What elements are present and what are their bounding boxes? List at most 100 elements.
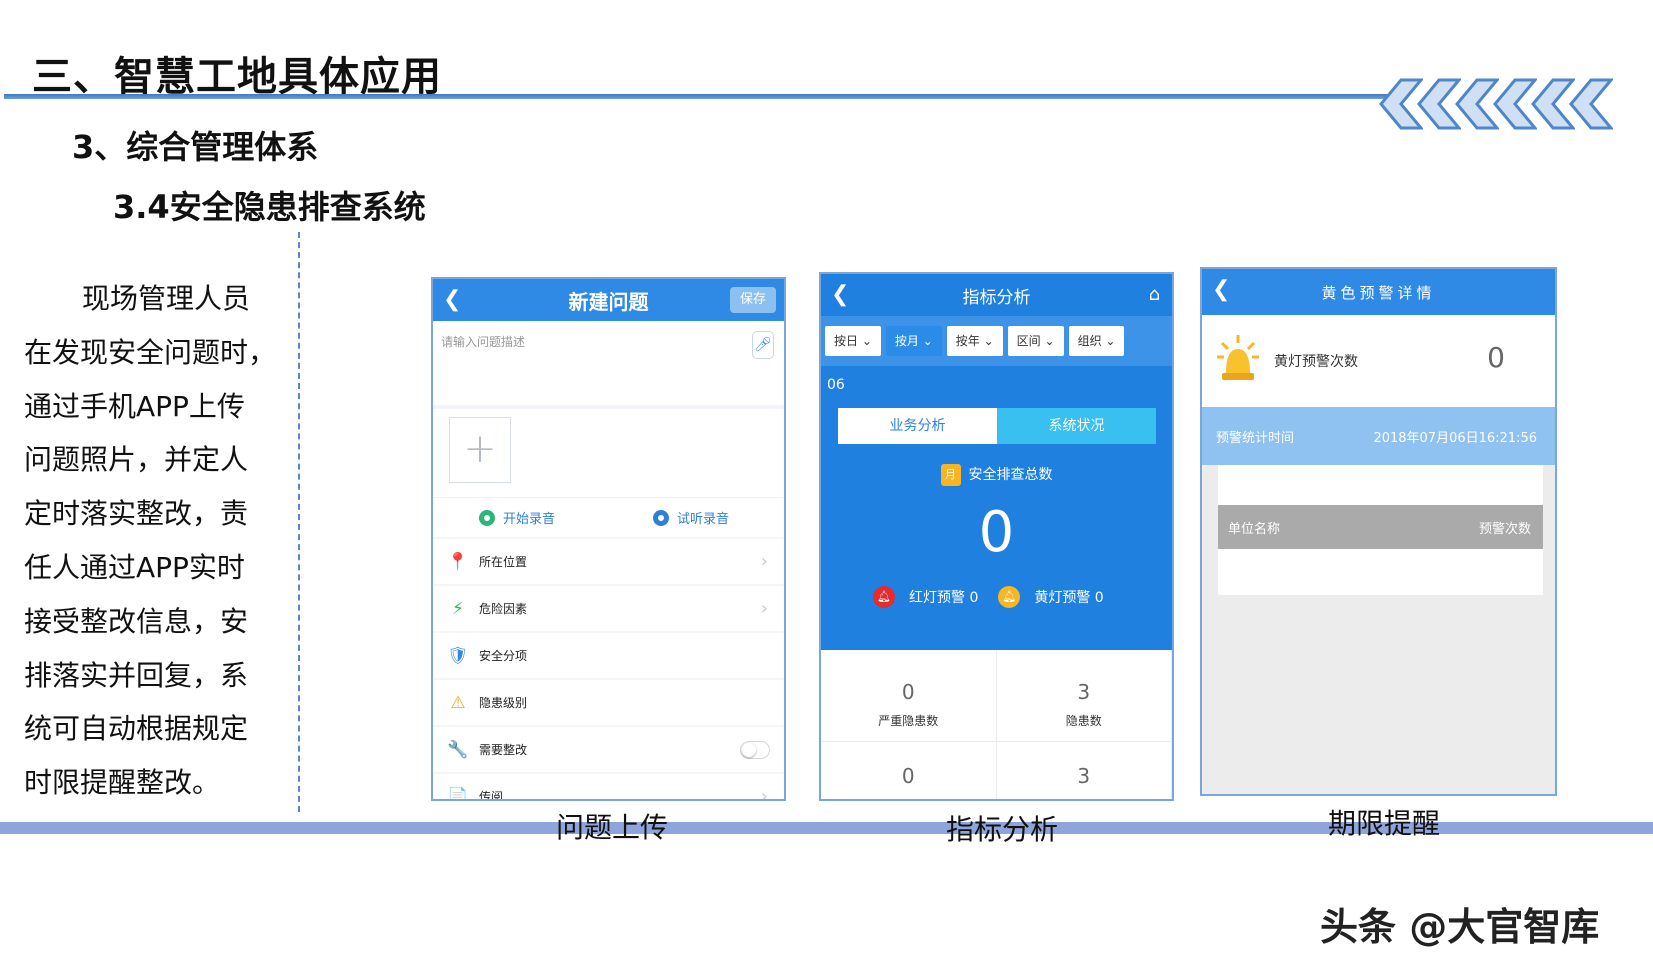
- home-icon[interactable]: ⌂: [1149, 284, 1160, 305]
- warning-screen: ❮ 黄色预警详情 黄灯预警次数 0 预警统计时间 2018年07月06日16:2…: [1200, 267, 1557, 796]
- warning-icon: ⚠: [450, 692, 466, 713]
- rectify-toggle[interactable]: [740, 740, 770, 759]
- list-item-risk[interactable]: ⚡ 危险因素 ›: [433, 586, 784, 631]
- yellow-lamp-icon: 🔔︎: [998, 586, 1021, 608]
- description-line: 通过手机APP上传: [24, 389, 245, 423]
- stat-time-row: 预警统计时间 2018年07月06日16:21:56: [1202, 407, 1555, 465]
- upload-screen: ❮ 新建问题 保存 请输入问题描述 🎤︎ + 开始录音 试听录音 📍 所在位置 …: [431, 277, 786, 801]
- document-icon: 📄: [447, 786, 469, 801]
- decorative-chevrons: [1379, 78, 1613, 130]
- record-icon: [479, 509, 495, 526]
- tab-system-status[interactable]: 系统状况: [997, 408, 1156, 444]
- stat-value: 3: [1077, 764, 1091, 788]
- list-item-label: 安全分项: [479, 649, 528, 663]
- description-input[interactable]: 请输入问题描述 🎤︎: [433, 321, 784, 405]
- save-button[interactable]: 保存: [730, 287, 776, 313]
- title-divider: [4, 94, 1394, 99]
- stat-time-label: 预警统计时间: [1216, 430, 1295, 446]
- red-warning-text: 红灯预警 0: [909, 590, 979, 606]
- start-record-label: 开始录音: [503, 512, 556, 527]
- filter-year[interactable]: 按年 ⌄: [946, 326, 1003, 356]
- description-line: 时限提醒整改。: [24, 766, 221, 800]
- warning-summary: 🔔︎ 红灯预警 0 🔔︎ 黄灯预警 0: [873, 586, 1124, 608]
- watermark: 头条 @大官智库: [1320, 905, 1600, 949]
- stat-serious-hazards[interactable]: 0 严重隐患数: [821, 650, 997, 742]
- chevron-right-icon: ›: [760, 786, 768, 801]
- yellow-count-label: 黄灯预警次数: [1274, 354, 1358, 370]
- chevron-left-icon: [1569, 78, 1613, 130]
- total-label: 月安全排查总数: [821, 464, 1172, 486]
- date-fragment: 06: [827, 377, 845, 393]
- stat-hazards[interactable]: 3 隐患数: [996, 650, 1172, 742]
- warning-table: 单位名称 预警次数: [1218, 465, 1543, 595]
- analysis-screen: ❮ 指标分析 ⌂ 按日 ⌄ 按月 ⌄ 按年 ⌄ 区间 ⌄ 组织 ⌄ 06 业务分…: [819, 272, 1174, 801]
- stat-cell[interactable]: 0: [821, 742, 997, 799]
- microphone-icon[interactable]: 🎤︎: [752, 331, 774, 359]
- column-warning-count: 预警次数: [1478, 521, 1531, 537]
- warning-header-title: 黄色预警详情: [1321, 283, 1436, 302]
- table-header: 单位名称 预警次数: [1218, 505, 1543, 549]
- chevron-left-icon[interactable]: ❮: [831, 282, 849, 307]
- list-item-label: 隐患级别: [479, 696, 528, 710]
- list-item-label: 所在位置: [479, 555, 528, 569]
- start-record-button[interactable]: 开始录音: [479, 508, 555, 527]
- plus-icon[interactable]: +: [449, 417, 511, 483]
- filter-org[interactable]: 组织 ⌄: [1068, 326, 1125, 356]
- shield-icon: 🛡: [447, 645, 469, 666]
- play-icon: [653, 509, 670, 526]
- wrench-icon: 🔧: [447, 739, 469, 760]
- red-warning: 🔔︎ 红灯预警 0: [873, 586, 978, 608]
- stat-value: 3: [1077, 680, 1091, 704]
- stats-grid: 0 严重隐患数 3 隐患数 0 3: [821, 650, 1172, 799]
- list-item-label: 危险因素: [479, 602, 528, 616]
- location-pin-icon: 📍: [447, 551, 469, 572]
- list-item-label: 需要整改: [479, 743, 528, 757]
- warning-header: ❮ 黄色预警详情: [1202, 269, 1555, 315]
- list-item-category[interactable]: 🛡 安全分项: [433, 633, 784, 678]
- column-unit-name: 单位名称: [1228, 521, 1281, 537]
- tab-business-analysis[interactable]: 业务分析: [838, 408, 997, 444]
- description-placeholder: 请输入问题描述: [441, 335, 526, 349]
- analysis-summary: ❮ 指标分析 ⌂ 按日 ⌄ 按月 ⌄ 按年 ⌄ 区间 ⌄ 组织 ⌄ 06 业务分…: [821, 274, 1172, 650]
- description-line: 排落实并回复，系: [24, 658, 249, 692]
- section-heading: 3、综合管理体系: [72, 128, 319, 166]
- preview-record-label: 试听录音: [677, 512, 730, 527]
- upload-header: ❮ 新建问题 保存: [433, 279, 784, 321]
- analysis-header-title: 指标分析: [962, 287, 1031, 308]
- caption-deadline: 期限提醒: [1328, 807, 1441, 840]
- list-item-location[interactable]: 📍 所在位置 ›: [433, 539, 784, 584]
- chevron-right-icon: ›: [760, 598, 768, 619]
- stat-cell[interactable]: 3: [997, 742, 1172, 799]
- stat-time-value: 2018年07月06日16:21:56: [1373, 430, 1537, 446]
- caption-analysis: 指标分析: [946, 813, 1059, 846]
- description-line: 定时落实整改，责: [24, 497, 249, 531]
- stat-value: 0: [901, 764, 915, 788]
- analysis-header: ❮ 指标分析 ⌂: [821, 274, 1172, 316]
- chevron-left-icon[interactable]: ❮: [1212, 277, 1234, 302]
- analysis-tabs: 业务分析 系统状况: [838, 408, 1156, 444]
- filter-month[interactable]: 按月 ⌄: [885, 326, 942, 356]
- lightning-icon: ⚡: [452, 598, 464, 619]
- list-item-level[interactable]: ⚠ 隐患级别: [433, 680, 784, 725]
- filter-day[interactable]: 按日 ⌄: [825, 326, 881, 356]
- description-line: 问题照片，并定人: [24, 443, 249, 477]
- preview-record-button[interactable]: 试听录音: [653, 508, 729, 527]
- total-label-text: 安全排查总数: [968, 467, 1053, 483]
- stat-label: 隐患数: [1065, 714, 1102, 728]
- stat-label: 严重隐患数: [878, 714, 939, 728]
- chevron-right-icon: ›: [760, 551, 768, 572]
- yellow-count-value: 0: [1487, 341, 1505, 374]
- list-item-rectify[interactable]: 🔧 需要整改: [433, 727, 784, 772]
- upload-header-title: 新建问题: [568, 289, 649, 314]
- list-item-circulate[interactable]: 📄 传阅 ›: [433, 774, 784, 801]
- dashed-divider: [298, 232, 300, 812]
- filter-range[interactable]: 区间 ⌄: [1007, 326, 1064, 356]
- yellow-warning: 🔔︎ 黄灯预警 0: [998, 586, 1104, 608]
- description-line: 现场管理人员: [82, 282, 251, 315]
- red-lamp-icon: 🔔︎: [873, 586, 895, 608]
- description-line: 在发现安全问题时，: [24, 335, 277, 369]
- description-line: 任人通过APP实时: [24, 550, 245, 584]
- chevron-left-icon[interactable]: ❮: [443, 287, 461, 312]
- total-value: 0: [978, 500, 1015, 565]
- photo-area: +: [433, 409, 784, 497]
